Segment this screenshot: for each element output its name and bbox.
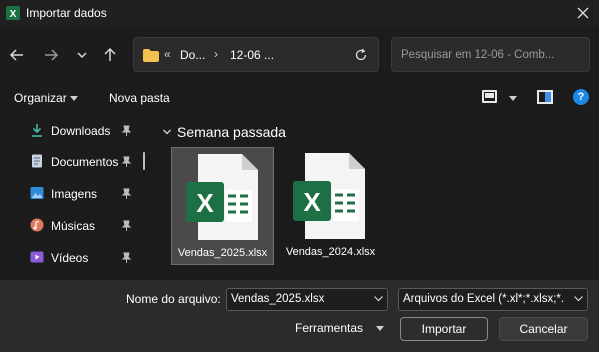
svg-text:X: X <box>196 188 214 218</box>
breadcrumb-parent[interactable]: Do... <box>180 48 205 62</box>
view-mode-dropdown-icon[interactable] <box>509 96 517 101</box>
filetype-select[interactable]: Arquivos do Excel (*.xl*;*.xlsx;*. <box>398 288 588 311</box>
dialog-footer: Nome do arquivo: Vendas_2025.xlsx Arquiv… <box>0 280 599 352</box>
preview-pane-icon[interactable] <box>537 90 553 104</box>
help-icon[interactable]: ? <box>573 89 589 105</box>
document-icon <box>32 154 42 168</box>
group-collapse-chevron-icon[interactable] <box>162 127 172 137</box>
pin-icon[interactable] <box>121 156 132 167</box>
file-item[interactable]: X Vendas_2025.xlsx <box>171 147 274 265</box>
sidebar-item-downloads[interactable]: Downloads <box>0 116 150 144</box>
title-bar: X Importar dados <box>0 0 599 26</box>
import-button[interactable]: Importar <box>400 317 488 341</box>
sidebar-item-music[interactable]: Músicas <box>0 211 150 239</box>
pin-icon[interactable] <box>121 252 132 263</box>
chevron-down-icon[interactable] <box>374 296 383 302</box>
tools-menu[interactable]: Ferramentas <box>295 321 363 335</box>
file-name: Vendas_2025.xlsx <box>177 247 268 259</box>
window-title: Importar dados <box>26 6 107 20</box>
overflow-breadcrumb[interactable]: « <box>164 47 171 61</box>
forward-icon[interactable] <box>40 44 62 66</box>
svg-text:X: X <box>10 9 17 20</box>
folder-icon <box>143 49 159 62</box>
organize-dropdown-icon[interactable] <box>70 96 78 101</box>
pin-icon[interactable] <box>121 220 132 231</box>
excel-file-icon: X <box>293 153 365 239</box>
back-icon[interactable] <box>6 44 28 66</box>
file-item[interactable]: X Vendas_2024.xlsx <box>279 147 382 265</box>
sidebar-item-label: Vídeos <box>51 251 89 265</box>
excel-file-icon: X <box>186 154 258 240</box>
download-icon <box>32 124 42 137</box>
close-icon[interactable] <box>574 4 592 22</box>
filename-label: Nome do arquivo: <box>126 292 221 306</box>
pin-icon[interactable] <box>121 188 132 199</box>
sidebar-item-label: Downloads <box>51 124 111 138</box>
svg-text:X: X <box>303 187 321 217</box>
organize-menu[interactable]: Organizar <box>14 91 67 105</box>
sidebar-item-label: Imagens <box>51 187 98 201</box>
search-input[interactable]: Pesquisar em 12-06 - Comb... <box>391 37 590 72</box>
navigation-pane: Downloads Documentos Imagens Músicas Víd… <box>0 114 155 280</box>
search-placeholder: Pesquisar em 12-06 - Comb... <box>401 49 555 61</box>
breadcrumb-separator-icon: › <box>214 47 218 61</box>
filename-field[interactable]: Vendas_2025.xlsx <box>226 288 388 311</box>
filetype-value: Arquivos do Excel (*.xl*;*.xlsx;*. <box>403 293 565 305</box>
chevron-down-icon[interactable] <box>574 296 583 302</box>
video-icon <box>30 251 44 263</box>
view-mode-icon[interactable] <box>482 90 497 103</box>
address-bar[interactable]: « Do... › 12-06 ... <box>133 37 379 72</box>
refresh-icon[interactable] <box>354 48 368 62</box>
up-folder-icon[interactable] <box>99 44 121 66</box>
music-icon <box>30 218 44 232</box>
sidebar-item-label: Documentos <box>51 155 119 169</box>
excel-app-icon: X <box>6 6 20 20</box>
cancel-button[interactable]: Cancelar <box>499 317 588 341</box>
file-name: Vendas_2024.xlsx <box>285 246 376 258</box>
recent-locations-chevron-icon[interactable] <box>71 44 93 66</box>
sidebar-scrollbar[interactable] <box>143 152 145 170</box>
sidebar-item-label: Músicas <box>51 219 96 233</box>
filename-value: Vendas_2025.xlsx <box>231 293 325 305</box>
sidebar-item-videos[interactable]: Vídeos <box>0 243 150 271</box>
pin-icon[interactable] <box>121 125 132 136</box>
breadcrumb-current[interactable]: 12-06 ... <box>230 48 274 62</box>
group-header[interactable]: Semana passada <box>177 124 286 140</box>
image-icon <box>30 187 44 199</box>
new-folder-button[interactable]: Nova pasta <box>109 91 170 105</box>
tools-dropdown-icon[interactable] <box>376 326 384 331</box>
sidebar-item-documents[interactable]: Documentos <box>0 147 150 175</box>
sidebar-item-images[interactable]: Imagens <box>0 179 150 207</box>
